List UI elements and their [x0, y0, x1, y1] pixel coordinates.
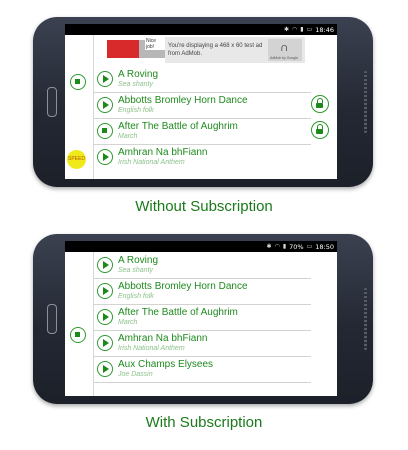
stop-all-button[interactable]	[70, 74, 86, 90]
home-key[interactable]	[47, 304, 57, 334]
battery-icon: ▭	[306, 26, 313, 33]
bluetooth-icon: ✱	[284, 26, 290, 33]
play-button[interactable]	[97, 71, 113, 87]
left-control-column: SPEED	[65, 35, 94, 179]
app-screen: ✱ ◠ ▮ 70% ▭ 18:50 A Roving Sea shanty Ab…	[65, 241, 337, 396]
caption-without-subscription: Without Subscription	[135, 198, 273, 215]
phone-without-subscription: ✱ ◠ ▮ ▭ 18:46 SPEED Nice job! You're dis…	[33, 17, 373, 187]
left-control-column	[65, 252, 94, 396]
home-key[interactable]	[47, 87, 57, 117]
list-item[interactable]: After The Battle of Aughrim March	[93, 118, 311, 145]
play-button[interactable]	[97, 361, 113, 377]
tune-genre: English folk	[118, 107, 154, 114]
ad-tag: Nice job!	[145, 38, 165, 50]
list-item[interactable]: A Roving Sea shanty	[93, 66, 311, 93]
lock-icon[interactable]	[311, 121, 329, 139]
caption-with-subscription: With Subscription	[145, 414, 263, 431]
tune-genre: Joe Dassin	[118, 371, 153, 378]
tune-title: A Roving	[118, 69, 159, 80]
app-screen: ✱ ◠ ▮ ▭ 18:46 SPEED Nice job! You're dis…	[65, 24, 337, 179]
status-time: 18:50	[315, 242, 334, 251]
tune-title: After The Battle of Aughrim	[118, 307, 238, 318]
battery-percent: 70%	[289, 242, 304, 251]
admob-logo-icon: AdMob by Google	[268, 39, 302, 61]
play-button[interactable]	[97, 283, 113, 299]
tune-genre: Sea shanty	[118, 267, 154, 274]
play-button[interactable]	[97, 309, 113, 325]
speed-badge[interactable]: SPEED	[67, 150, 86, 169]
play-button[interactable]	[97, 257, 113, 273]
list-item[interactable]: Aux Champs Elysees Joe Dassin	[93, 356, 311, 383]
ad-image: Nice job!	[101, 37, 165, 63]
status-time: 18:46	[315, 25, 334, 34]
list-item[interactable]: A Roving Sea shanty	[93, 252, 311, 279]
status-bar: ✱ ◠ ▮ 70% ▭ 18:50	[65, 241, 337, 252]
list-item[interactable]: Amhran Na bhFiann Irish National Anthem	[93, 144, 311, 170]
play-button[interactable]	[97, 149, 113, 165]
lock-icon[interactable]	[311, 95, 329, 113]
tune-genre: English folk	[118, 293, 154, 300]
wifi-icon: ◠	[274, 243, 280, 250]
tune-title: A Roving	[118, 255, 159, 266]
signal-icon: ▮	[300, 26, 304, 33]
battery-icon: ▭	[306, 243, 313, 250]
tune-title: After The Battle of Aughrim	[118, 121, 238, 132]
ad-logo-caption: AdMob by Google	[270, 56, 299, 60]
stop-all-button[interactable]	[70, 327, 86, 343]
tune-genre: Irish National Anthem	[118, 159, 185, 166]
bluetooth-icon: ✱	[266, 243, 272, 250]
status-bar: ✱ ◠ ▮ ▭ 18:46	[65, 24, 337, 35]
signal-icon: ▮	[282, 243, 287, 250]
stop-button[interactable]	[97, 123, 113, 139]
play-button[interactable]	[97, 335, 113, 351]
list-item[interactable]: Abbotts Bromley Horn Dance English folk	[93, 278, 311, 305]
tune-genre: Irish National Anthem	[118, 345, 185, 352]
tune-title: Aux Champs Elysees	[118, 359, 214, 370]
speaker-grille	[364, 288, 367, 350]
tune-genre: March	[118, 319, 138, 326]
wifi-icon: ◠	[292, 26, 298, 33]
list-item[interactable]: After The Battle of Aughrim March	[93, 304, 311, 331]
tune-title: Amhran Na bhFiann	[118, 333, 208, 344]
list-item[interactable]: Amhran Na bhFiann Irish National Anthem	[93, 330, 311, 357]
play-button[interactable]	[97, 97, 113, 113]
tune-genre: March	[118, 133, 138, 140]
tune-title: Amhran Na bhFiann	[118, 147, 208, 158]
tune-title: Abbotts Bromley Horn Dance	[118, 95, 248, 106]
tune-genre: Sea shanty	[118, 81, 154, 88]
phone-with-subscription: ✱ ◠ ▮ 70% ▭ 18:50 A Roving Sea shanty Ab…	[33, 234, 373, 404]
ad-banner[interactable]: Nice job! You're displaying a 468 x 60 t…	[101, 37, 305, 63]
tune-title: Abbotts Bromley Horn Dance	[118, 281, 248, 292]
speaker-grille	[364, 71, 367, 133]
list-item[interactable]: Abbotts Bromley Horn Dance English folk	[93, 92, 311, 119]
ad-text: You're displaying a 468 x 60 test ad fro…	[168, 43, 263, 57]
